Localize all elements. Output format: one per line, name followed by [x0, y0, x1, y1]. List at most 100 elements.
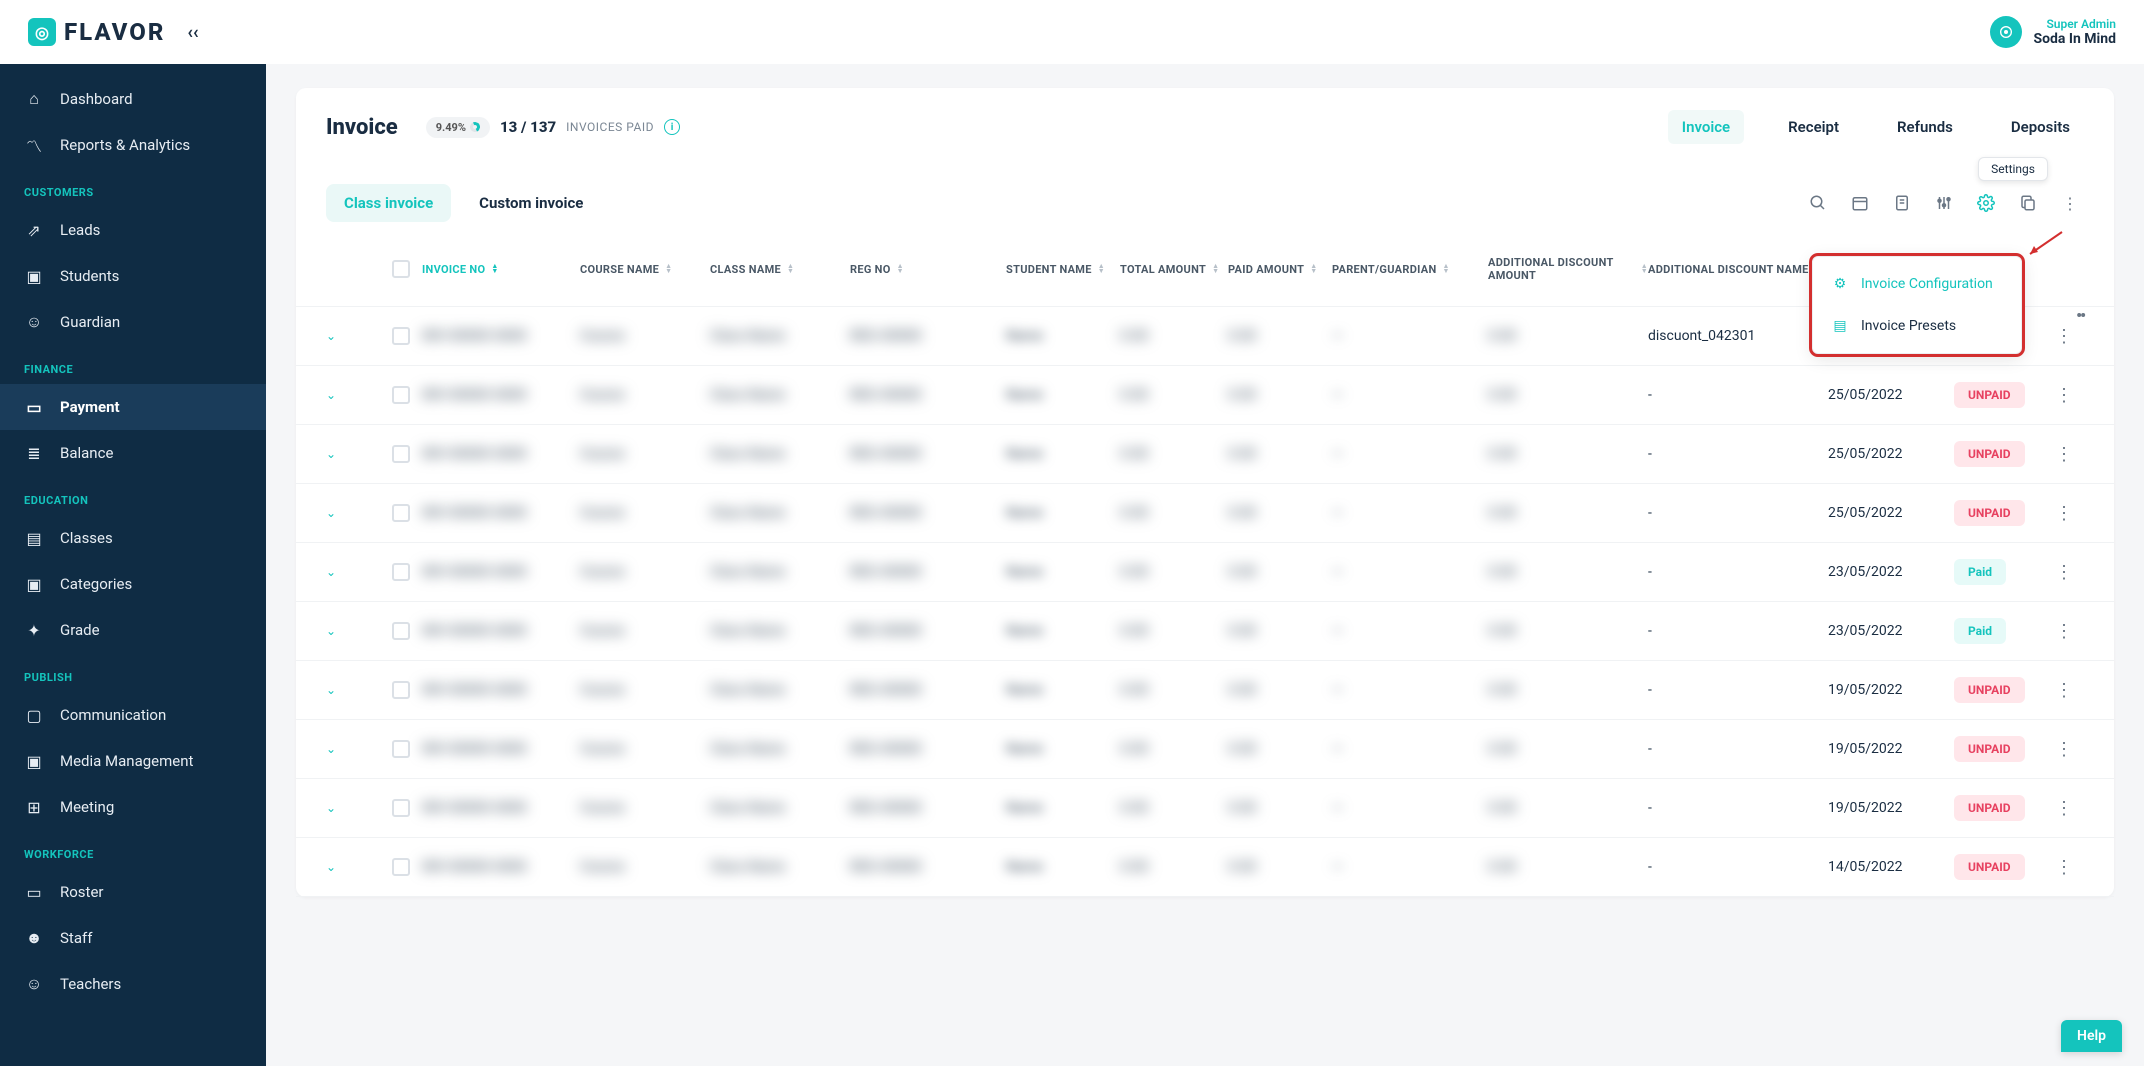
table-row: ⌄ INV-00000-0000 Course Class Name REG-0…: [296, 484, 2114, 543]
sidebar-item-guardian[interactable]: ☺Guardian: [0, 299, 266, 345]
table-row: ⌄ INV-00000-0000 Course Class Name REG-0…: [296, 366, 2114, 425]
document-icon[interactable]: [1892, 193, 1912, 213]
calendar-icon[interactable]: [1850, 193, 1870, 213]
tab-refunds[interactable]: Refunds: [1883, 110, 1967, 144]
row-checkbox[interactable]: [392, 858, 410, 876]
subtab-custom-invoice[interactable]: Custom invoice: [461, 184, 601, 222]
cell-course: Course: [580, 564, 625, 580]
select-all-checkbox[interactable]: [392, 260, 410, 278]
cell-guardian: —: [1332, 623, 1343, 639]
row-actions-icon[interactable]: ⋮: [2055, 385, 2073, 406]
sidebar-item-media[interactable]: ▣Media Management: [0, 738, 266, 784]
expand-row-icon[interactable]: ⌄: [326, 742, 336, 756]
cell-add-disc-name: -: [1648, 564, 1652, 580]
info-icon[interactable]: i: [664, 119, 680, 135]
expand-row-icon[interactable]: ⌄: [326, 683, 336, 697]
dropdown-invoice-configuration[interactable]: ⚙ Invoice Configuration: [1813, 263, 2021, 305]
row-actions-icon[interactable]: ⋮: [2055, 857, 2073, 878]
help-button[interactable]: Help: [2061, 1020, 2122, 1052]
cell-date: 23/05/2022: [1828, 623, 1903, 639]
tab-receipt[interactable]: Receipt: [1774, 110, 1853, 144]
sidebar-item-communication[interactable]: ▢Communication: [0, 692, 266, 738]
cell-course: Course: [580, 623, 625, 639]
sidebar-item-categories[interactable]: ▣Categories: [0, 561, 266, 607]
cell-invoice-no: INV-00000-0000: [422, 328, 527, 344]
th-invoice-no[interactable]: INVOICE NO▲▼: [422, 263, 580, 276]
sidebar-item-payment[interactable]: ▭Payment: [0, 384, 266, 430]
th-course-name[interactable]: COURSE NAME▲▼: [580, 263, 710, 276]
filter-icon[interactable]: [1934, 193, 1954, 213]
subtabs: Class invoice Custom invoice: [326, 184, 601, 222]
th-class-name[interactable]: CLASS NAME▲▼: [710, 263, 850, 276]
th-label: ADDITIONAL DISCOUNT NAME: [1648, 263, 1809, 276]
row-actions-icon[interactable]: ⋮: [2055, 621, 2073, 642]
expand-row-icon[interactable]: ⌄: [326, 624, 336, 638]
cell-student: Name: [1006, 446, 1043, 462]
cell-invoice-no: INV-00000-0000: [422, 564, 527, 580]
subtab-class-invoice[interactable]: Class invoice: [326, 184, 451, 222]
expand-row-icon[interactable]: ⌄: [326, 860, 336, 874]
sidebar-item-reports[interactable]: 〽 Reports & Analytics: [0, 122, 266, 168]
th-parent-guardian[interactable]: PARENT/GUARDIAN▲▼: [1332, 263, 1488, 276]
sidebar-item-grade[interactable]: ✦Grade: [0, 607, 266, 653]
cell-student: Name: [1006, 564, 1043, 580]
row-actions-icon[interactable]: ⋮: [2055, 562, 2073, 583]
sidebar-item-balance[interactable]: ≣Balance: [0, 430, 266, 476]
expand-row-icon[interactable]: ⌄: [326, 801, 336, 815]
sidebar-item-meeting[interactable]: ⊞Meeting: [0, 784, 266, 830]
row-checkbox[interactable]: [392, 563, 410, 581]
cell-guardian: —: [1332, 800, 1343, 816]
row-checkbox[interactable]: [392, 445, 410, 463]
cell-reg: REG-00000: [850, 741, 921, 757]
more-icon[interactable]: ⋮: [2060, 193, 2080, 213]
user-area[interactable]: Super Admin Soda In Mind: [1990, 16, 2117, 48]
sidebar-item-leads[interactable]: ⇗Leads: [0, 207, 266, 253]
search-icon[interactable]: [1808, 193, 1828, 213]
sidebar-item-label: Guardian: [60, 313, 120, 331]
row-checkbox[interactable]: [392, 799, 410, 817]
cell-guardian: —: [1332, 859, 1343, 875]
row-actions-icon[interactable]: ⋮: [2055, 503, 2073, 524]
columns-more-icon[interactable]: ••: [2076, 306, 2084, 325]
th-label: INVOICE NO: [422, 263, 485, 276]
expand-row-icon[interactable]: ⌄: [326, 447, 336, 461]
th-reg-no[interactable]: REG NO▲▼: [850, 263, 1006, 276]
tab-invoice[interactable]: Invoice: [1668, 110, 1744, 144]
row-checkbox[interactable]: [392, 622, 410, 640]
sidebar-item-students[interactable]: ▣Students: [0, 253, 266, 299]
settings-icon[interactable]: [1976, 193, 1996, 213]
sidebar-item-staff[interactable]: ☻Staff: [0, 915, 266, 961]
row-actions-icon[interactable]: ⋮: [2055, 739, 2073, 760]
cell-invoice-no: INV-00000-0000: [422, 682, 527, 698]
sidebar-item-teachers[interactable]: ☺Teachers: [0, 961, 266, 1007]
cell-class: Class Name: [710, 505, 785, 521]
row-actions-icon[interactable]: ⋮: [2055, 326, 2073, 347]
tab-deposits[interactable]: Deposits: [1997, 110, 2084, 144]
th-additional-discount-amount[interactable]: ADDITIONAL DISCOUNT AMOUNT▲▼: [1488, 256, 1648, 282]
row-actions-icon[interactable]: ⋮: [2055, 444, 2073, 465]
status-badge: UNPAID: [1954, 795, 2025, 821]
row-actions-icon[interactable]: ⋮: [2055, 680, 2073, 701]
row-checkbox[interactable]: [392, 327, 410, 345]
sidebar-item-dashboard[interactable]: ⌂ Dashboard: [0, 76, 266, 122]
row-checkbox[interactable]: [392, 386, 410, 404]
row-actions-icon[interactable]: ⋮: [2055, 798, 2073, 819]
th-student-name[interactable]: STUDENT NAME▲▼: [1006, 263, 1120, 276]
expand-row-icon[interactable]: ⌄: [326, 329, 336, 343]
sidebar-item-roster[interactable]: ▭Roster: [0, 869, 266, 915]
copy-icon[interactable]: [2018, 193, 2038, 213]
row-checkbox[interactable]: [392, 504, 410, 522]
th-total-amount[interactable]: TOTAL AMOUNT▲▼: [1120, 263, 1228, 276]
row-checkbox[interactable]: [392, 681, 410, 699]
th-paid-amount[interactable]: PAID AMOUNT▲▼: [1228, 263, 1332, 276]
row-checkbox[interactable]: [392, 740, 410, 758]
expand-row-icon[interactable]: ⌄: [326, 565, 336, 579]
cell-add-disc-amount: 0.00: [1488, 446, 1516, 462]
expand-row-icon[interactable]: ⌄: [326, 388, 336, 402]
cell-guardian: —: [1332, 387, 1343, 403]
collapse-sidebar-icon[interactable]: ‹‹: [187, 22, 198, 43]
sidebar-item-classes[interactable]: ▤Classes: [0, 515, 266, 561]
th-additional-discount-name[interactable]: ADDITIONAL DISCOUNT NAME▲▼: [1648, 263, 1828, 276]
expand-row-icon[interactable]: ⌄: [326, 506, 336, 520]
dropdown-invoice-presets[interactable]: ▤ Invoice Presets: [1813, 305, 2021, 347]
